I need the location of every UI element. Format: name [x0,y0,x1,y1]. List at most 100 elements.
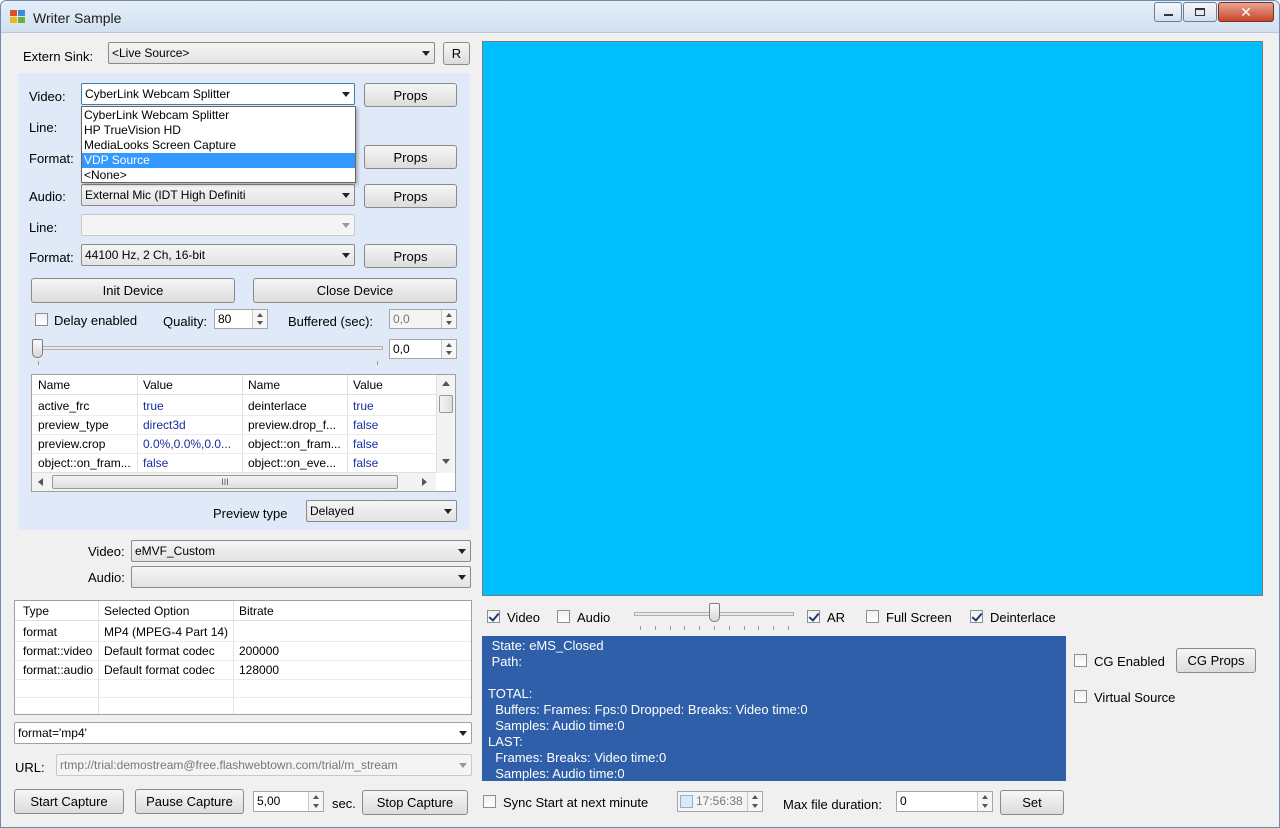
audio-source-label: Audio: [29,189,66,204]
spin-down-icon [257,321,263,325]
video-line-label: Line: [29,120,58,135]
fullscreen-checkbox[interactable] [866,610,879,623]
cg-props-button[interactable]: CG Props [1176,648,1256,673]
grid-hscroll-thumb[interactable]: III [52,475,398,489]
extern-sink-combo[interactable]: <Live Source> [108,42,435,64]
property-name-cell[interactable]: deinterlace [242,399,347,413]
delay-value: 0,0 [393,342,410,356]
init-device-button[interactable]: Init Device [31,278,235,303]
property-value-cell[interactable]: false [347,456,436,470]
delay-slider-track[interactable] [37,346,383,350]
preview-type-label: Preview type [213,506,288,521]
delay-spinner[interactable] [441,340,456,358]
quality-spinner[interactable] [252,310,267,328]
video-source-combo[interactable]: CyberLink Webcam Splitter [81,83,355,105]
property-name-cell[interactable]: active_frc [32,399,137,413]
property-name-cell[interactable]: preview.crop [32,437,137,451]
deinterlace-checkbox[interactable] [970,610,983,623]
audio-format-combo[interactable]: 44100 Hz, 2 Ch, 16-bit [81,244,355,266]
encoder-options-table[interactable]: Type Selected Option Bitrate format MP4 (… [14,600,472,715]
delay-slider-thumb[interactable] [32,339,43,358]
stop-capture-button[interactable]: Stop Capture [362,790,468,815]
grid-vscroll-thumb[interactable] [439,395,453,413]
spin-down-icon [313,804,319,808]
url-value: rtmp://trial:demostream@free.flashwebtow… [60,758,398,772]
grid-vscrollbar[interactable] [436,375,455,473]
option-type-cell[interactable]: format::audio [17,663,98,677]
option-value-cell[interactable]: MP4 (MPEG-4 Part 14) [98,625,233,639]
audio-props-button[interactable]: Props [364,184,457,208]
audio-source-combo[interactable]: External Mic (IDT High Definiti [81,184,355,206]
delay-enabled-checkbox[interactable] [35,313,48,326]
video-source-option[interactable]: MediaLooks Screen Capture [82,138,355,153]
property-name-cell[interactable]: object::on_fram... [32,456,137,470]
option-bitrate-cell[interactable]: 200000 [233,644,433,658]
sync-time-checkbox[interactable] [680,795,693,808]
spin-down-icon [446,351,452,355]
property-value-cell[interactable]: false [347,437,436,451]
option-type-cell[interactable]: format::video [17,644,98,658]
property-name-cell[interactable]: preview_type [32,418,137,432]
preview-video-checkbox[interactable] [487,610,500,623]
status-line: Samples: Audio time:0 [488,766,625,781]
video-source-option[interactable]: HP TrueVision HD [82,123,355,138]
property-value-cell[interactable]: 0.0%,0.0%,0.0... [137,437,242,451]
ar-checkbox[interactable] [807,610,820,623]
property-name-cell[interactable]: object::on_eve... [242,456,347,470]
volume-slider-thumb[interactable] [709,603,720,622]
video-source-option[interactable]: VDP Source [82,153,355,168]
close-device-button[interactable]: Close Device [253,278,457,303]
format-props-button[interactable]: Props [364,145,457,169]
format-string-value: format='mp4' [18,726,87,740]
format-string-combo[interactable]: format='mp4' [14,722,472,744]
buffered-spinner[interactable] [441,310,456,328]
video-preview[interactable] [482,41,1263,596]
option-bitrate-cell[interactable]: 128000 [233,663,433,677]
start-capture-button[interactable]: Start Capture [14,789,124,814]
sync-time-spinner[interactable] [747,792,762,811]
option-value-cell[interactable]: Default format codec [98,663,233,677]
encoder-audio-label: Audio: [88,570,125,585]
set-button[interactable]: Set [1000,790,1064,815]
property-value-cell[interactable]: false [137,456,242,470]
preview-type-combo[interactable]: Delayed [306,500,457,522]
audio-format-props-button[interactable]: Props [364,244,457,268]
audio-line-combo[interactable] [81,214,355,236]
close-button[interactable]: ✕ [1218,2,1274,22]
minimize-button[interactable] [1154,2,1182,22]
virtual-source-checkbox[interactable] [1074,690,1087,703]
video-props-button[interactable]: Props [364,83,457,107]
video-source-option[interactable]: <None> [82,168,355,183]
status-line: Path: [488,654,522,669]
property-value-cell[interactable]: direct3d [137,418,242,432]
video-source-option[interactable]: CyberLink Webcam Splitter [82,108,355,123]
property-value-cell[interactable]: true [137,399,242,413]
volume-slider-tick [684,626,685,630]
max-duration-spinner[interactable] [977,792,992,811]
sec-label: sec. [332,796,356,811]
property-name-cell[interactable]: object::on_fram... [242,437,347,451]
properties-grid-header: Name Value Name Value [32,375,455,395]
seconds-spinner[interactable] [308,792,323,811]
option-type-cell[interactable]: format [17,625,98,639]
pause-capture-button[interactable]: Pause Capture [135,789,244,814]
sync-start-checkbox[interactable] [483,795,496,808]
video-source-dropdown[interactable]: CyberLink Webcam Splitter HP TrueVision H… [81,106,356,183]
grid-hscrollbar[interactable]: III [32,472,436,491]
property-name-cell[interactable]: preview.drop_f... [242,418,347,432]
cg-enabled-checkbox[interactable] [1074,654,1087,667]
encoder-video-combo[interactable]: eMVF_Custom [131,540,471,562]
option-value-cell[interactable]: Default format codec [98,644,233,658]
encoder-video-value: eMVF_Custom [135,544,216,558]
maximize-button[interactable] [1183,2,1217,22]
url-combo[interactable]: rtmp://trial:demostream@free.flashwebtow… [56,754,472,776]
audio-source-value: External Mic (IDT High Definiti [85,188,246,202]
preview-audio-checkbox[interactable] [557,610,570,623]
minimize-icon [1163,14,1173,16]
encoder-audio-combo[interactable] [131,566,471,588]
volume-slider-tick [640,626,641,630]
property-value-cell[interactable]: true [347,399,436,413]
properties-grid[interactable]: Name Value Name Value active_frc true dein… [31,374,456,492]
property-value-cell[interactable]: false [347,418,436,432]
r-button[interactable]: R [443,42,470,65]
